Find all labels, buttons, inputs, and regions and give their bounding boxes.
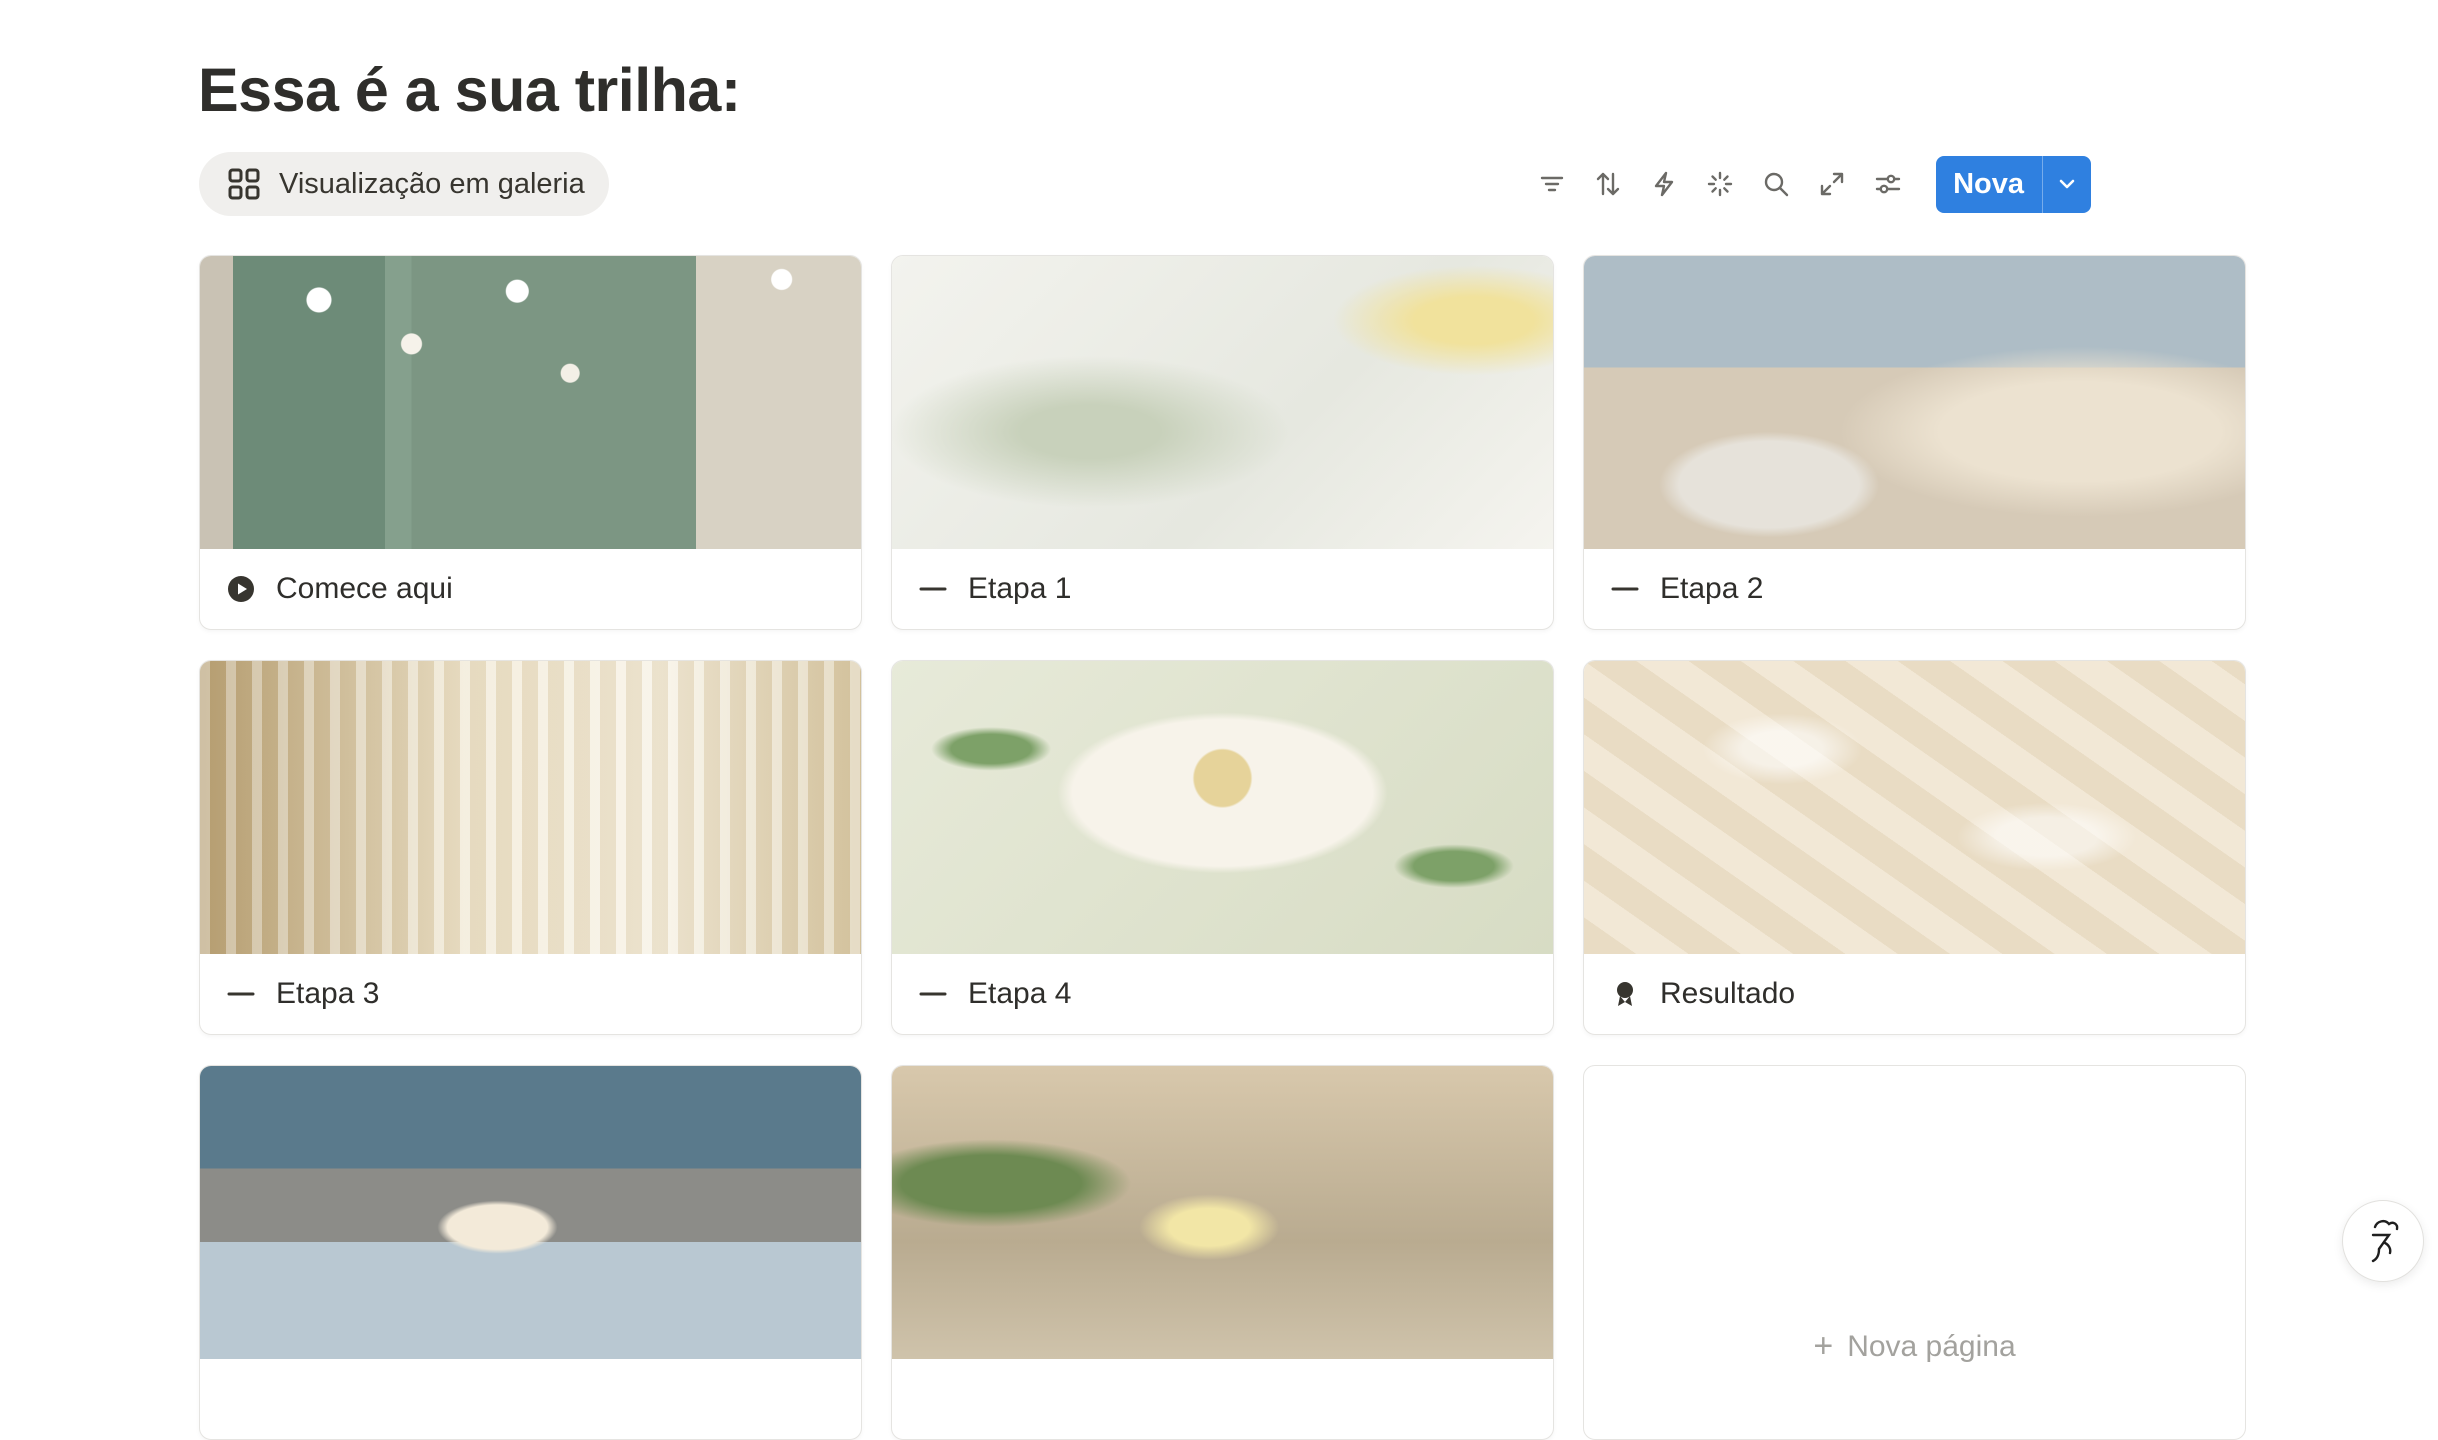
card-title: Etapa 1: [968, 572, 1072, 605]
sort-button[interactable]: [1580, 156, 1636, 212]
card-cover-image: [1584, 661, 2245, 954]
dash-icon: [918, 574, 948, 604]
gallery-card[interactable]: Resultado: [1583, 660, 2246, 1035]
card-title: Etapa 3: [276, 977, 380, 1010]
database-toolbar: Nova: [1524, 155, 2091, 213]
assistant-face-icon: [2371, 1219, 2399, 1263]
gallery-grid: Comece aqui Etapa 1 Etapa 2 Etapa 3 Etap…: [199, 255, 2246, 1440]
play-circle-icon: [226, 574, 256, 604]
settings-sliders-icon: [1875, 174, 1901, 194]
card-cover-image: [892, 1066, 1553, 1359]
view-tab-gallery[interactable]: Visualização em galeria: [199, 152, 609, 216]
card-cover-image: [892, 661, 1553, 954]
page-title: Essa é a sua trilha:: [198, 56, 741, 124]
filter-icon: [1540, 176, 1564, 192]
card-cover-image: [200, 661, 861, 954]
gallery-card[interactable]: [891, 1065, 1554, 1440]
gallery-card[interactable]: Etapa 1: [891, 255, 1554, 630]
card-title: Etapa 2: [1660, 572, 1764, 605]
ai-button[interactable]: [1692, 156, 1748, 212]
search-button[interactable]: [1748, 156, 1804, 212]
award-ribbon-icon: [1610, 979, 1640, 1009]
view-tab-label: Visualização em galeria: [279, 167, 585, 200]
dash-icon: [226, 979, 256, 1009]
card-cover-image: [892, 256, 1553, 549]
filter-button[interactable]: [1524, 156, 1580, 212]
expand-icon: [1820, 172, 1844, 196]
settings-button[interactable]: [1860, 156, 1916, 212]
card-cover-image: [1584, 256, 2245, 549]
new-dropdown-button[interactable]: [2042, 155, 2091, 213]
sort-icon: [1596, 172, 1620, 196]
gallery-grid-icon: [227, 167, 261, 201]
gallery-card[interactable]: Etapa 3: [199, 660, 862, 1035]
card-cover-image: [200, 256, 861, 549]
new-page-card[interactable]: + Nova página: [1583, 1065, 2246, 1440]
dash-icon: [1610, 574, 1640, 604]
card-title: Resultado: [1660, 977, 1796, 1010]
new-button[interactable]: Nova: [1936, 156, 2042, 213]
chevron-down-icon: [2059, 179, 2075, 189]
new-page-label: Nova página: [1847, 1329, 2016, 1363]
search-icon: [1764, 172, 1789, 197]
gallery-card[interactable]: Comece aqui: [199, 255, 862, 630]
help-assistant-button[interactable]: [2342, 1200, 2424, 1282]
card-title: Comece aqui: [276, 572, 453, 605]
dash-icon: [918, 979, 948, 1009]
expand-button[interactable]: [1804, 156, 1860, 212]
ai-sparkle-icon: [1707, 171, 1733, 197]
new-button-group: Nova: [1936, 155, 2091, 213]
card-title: Etapa 4: [968, 977, 1072, 1010]
gallery-card[interactable]: Etapa 2: [1583, 255, 2246, 630]
automation-bolt-icon: [1654, 171, 1674, 197]
card-cover-image: [200, 1066, 861, 1359]
automation-button[interactable]: [1636, 156, 1692, 212]
gallery-card[interactable]: [199, 1065, 862, 1440]
gallery-card[interactable]: Etapa 4: [891, 660, 1554, 1035]
plus-icon: +: [1813, 1327, 1834, 1365]
